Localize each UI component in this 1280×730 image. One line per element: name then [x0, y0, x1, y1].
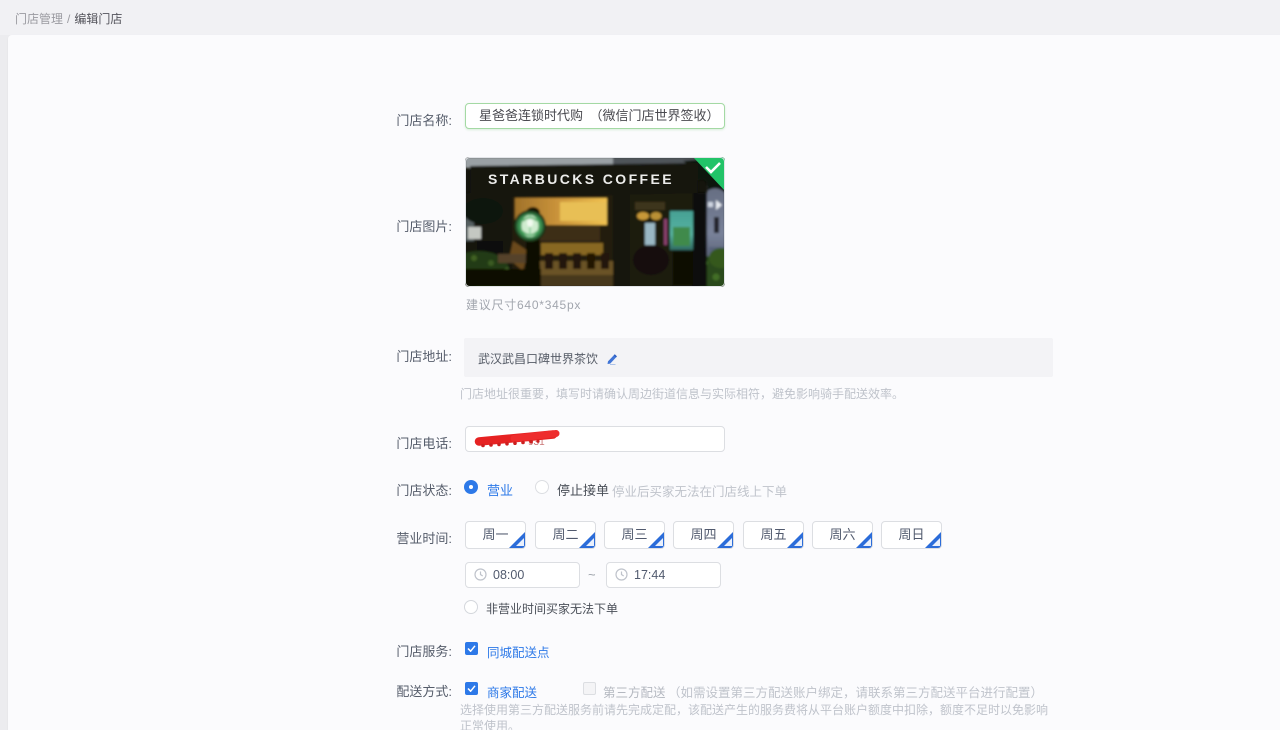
svg-text:STARBUCKS COFFEE: STARBUCKS COFFEE	[488, 171, 674, 187]
